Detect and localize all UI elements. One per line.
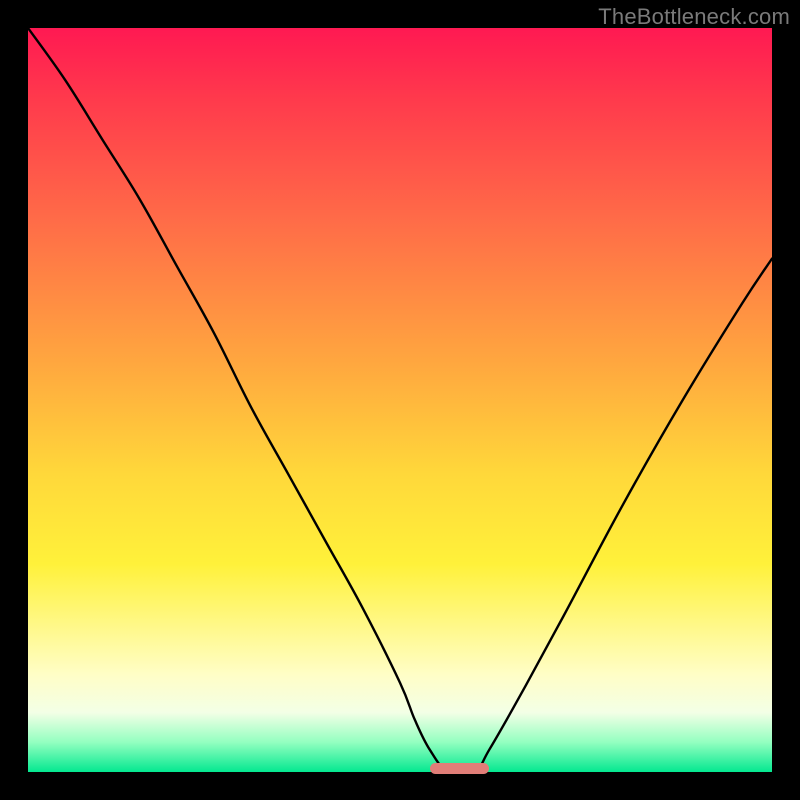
chart-plot-area [28, 28, 772, 772]
min-marker [430, 763, 490, 774]
bottleneck-curve [28, 28, 772, 772]
curve-path [28, 28, 772, 772]
watermark-text: TheBottleneck.com [598, 4, 790, 30]
